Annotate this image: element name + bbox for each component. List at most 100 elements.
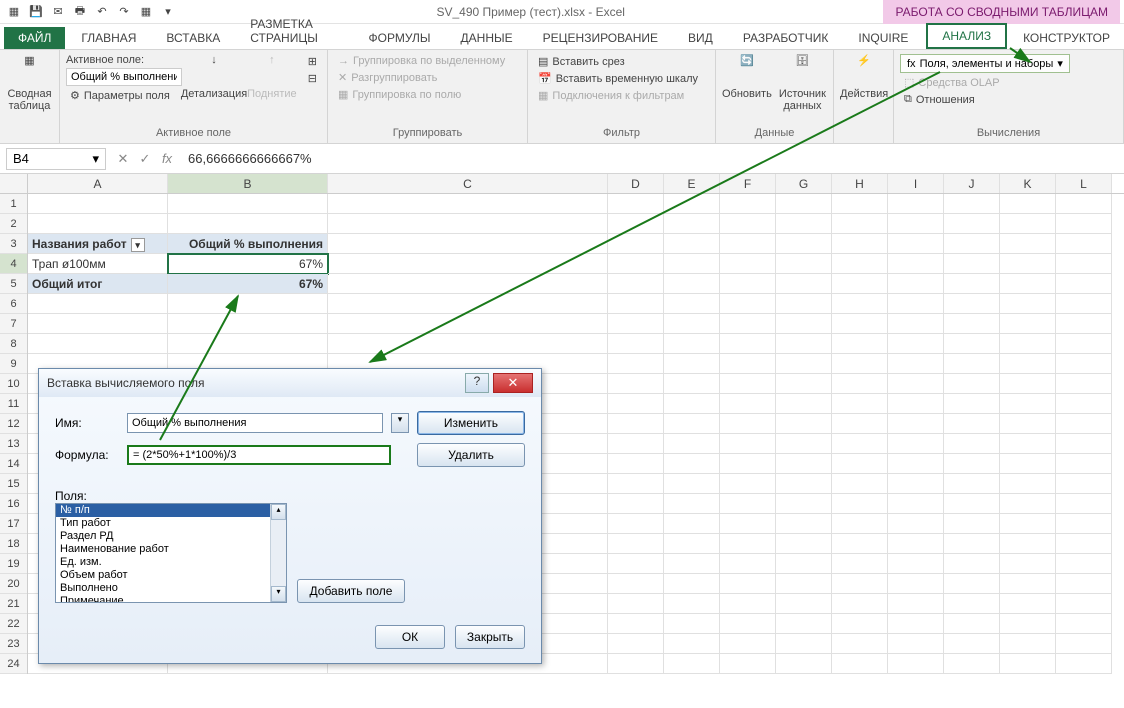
dialog-close-button[interactable]: ✕ — [493, 373, 533, 393]
dialog-help-button[interactable]: ? — [465, 373, 489, 393]
scroll-up-icon[interactable]: ▴ — [271, 504, 286, 520]
row-header[interactable]: 6 — [0, 294, 27, 314]
row-header[interactable]: 19 — [0, 554, 27, 574]
tab-formulas[interactable]: ФОРМУЛЫ — [355, 27, 445, 49]
name-box[interactable]: B4▾ — [6, 148, 106, 170]
col-header[interactable]: H — [832, 174, 888, 193]
tab-design[interactable]: КОНСТРУКТОР — [1009, 27, 1124, 49]
pivot-table-button[interactable]: ▦Сводная таблица — [6, 54, 53, 112]
active-field-input[interactable] — [66, 68, 182, 86]
redo-icon[interactable]: ↷ — [114, 2, 134, 22]
collapse-field-icon[interactable]: ⊟ — [304, 71, 321, 86]
ok-button[interactable]: ОК — [375, 625, 445, 649]
row-header[interactable]: 21 — [0, 594, 27, 614]
col-header[interactable]: G — [776, 174, 832, 193]
row-header[interactable]: 23 — [0, 634, 27, 654]
row-header[interactable]: 20 — [0, 574, 27, 594]
tab-inquire[interactable]: INQUIRE — [844, 27, 922, 49]
tab-home[interactable]: ГЛАВНАЯ — [67, 27, 150, 49]
row-header[interactable]: 7 — [0, 314, 27, 334]
row-header[interactable]: 8 — [0, 334, 27, 354]
list-item[interactable]: Примечание — [56, 595, 286, 603]
row-header[interactable]: 10 — [0, 374, 27, 394]
row-header[interactable]: 14 — [0, 454, 27, 474]
row-header[interactable]: 13 — [0, 434, 27, 454]
col-header[interactable]: I — [888, 174, 944, 193]
fields-listbox[interactable]: № п/п Тип работ Раздел РД Наименование р… — [55, 503, 287, 603]
scroll-down-icon[interactable]: ▾ — [271, 586, 286, 602]
name-dropdown-icon[interactable]: ▾ — [391, 413, 409, 433]
dialog-titlebar[interactable]: Вставка вычисляемого поля ? ✕ — [39, 369, 541, 397]
tab-insert[interactable]: ВСТАВКА — [152, 27, 234, 49]
tab-layout[interactable]: РАЗМЕТКА СТРАНИЦЫ — [236, 13, 352, 49]
pivot-row-label[interactable]: Трап ø100мм — [28, 254, 168, 274]
relationships-button[interactable]: ⧉Отношения — [900, 92, 1070, 107]
list-item[interactable]: Раздел РД — [56, 530, 286, 543]
refresh-button[interactable]: 🔄Обновить — [722, 54, 772, 100]
col-header[interactable]: D — [608, 174, 664, 193]
list-item[interactable]: № п/п — [56, 504, 286, 517]
col-header[interactable]: J — [944, 174, 1000, 193]
pivot-total-label[interactable]: Общий итог — [28, 274, 168, 294]
pivot-value-header[interactable]: Общий % выполнения — [168, 234, 328, 254]
row-header[interactable]: 12 — [0, 414, 27, 434]
row-header[interactable]: 4 — [0, 254, 27, 274]
tab-review[interactable]: РЕЦЕНЗИРОВАНИЕ — [529, 27, 672, 49]
qat-dropdown-icon[interactable]: ▾ — [158, 2, 178, 22]
pivot-wizard-icon[interactable]: ▦ — [136, 2, 156, 22]
col-header[interactable]: K — [1000, 174, 1056, 193]
actions-button[interactable]: ⚡Действия — [840, 54, 888, 100]
fields-items-sets-button[interactable]: fxПоля, элементы и наборы▾ — [900, 54, 1070, 73]
formula-text[interactable]: 66,6666666666667% — [178, 151, 1124, 166]
insert-timeline-button[interactable]: 📅Вставить временную шкалу — [534, 71, 702, 86]
pivot-row-header[interactable]: Названия работ▾ — [28, 234, 168, 254]
tab-developer[interactable]: РАЗРАБОТЧИК — [729, 27, 843, 49]
formula-field-input[interactable] — [127, 445, 391, 465]
row-header[interactable]: 3 — [0, 234, 27, 254]
print-icon[interactable]: 🖶 — [70, 2, 90, 22]
save-icon[interactable]: 💾 — [26, 2, 46, 22]
name-field-input[interactable] — [127, 413, 383, 433]
col-header[interactable]: L — [1056, 174, 1112, 193]
email-icon[interactable]: ✉ — [48, 2, 68, 22]
expand-field-icon[interactable]: ⊞ — [304, 54, 321, 69]
drill-up-button[interactable]: ↑Поднятие — [246, 54, 298, 100]
col-header[interactable]: B — [168, 174, 328, 193]
data-source-button[interactable]: 🗄Источник данных — [778, 54, 827, 112]
row-header[interactable]: 5 — [0, 274, 27, 294]
row-header[interactable]: 17 — [0, 514, 27, 534]
listbox-scrollbar[interactable]: ▴ ▾ — [270, 504, 286, 602]
cancel-formula-icon[interactable]: ✕ — [112, 148, 134, 170]
row-header[interactable]: 22 — [0, 614, 27, 634]
pivot-total-value[interactable]: 67% — [168, 274, 328, 294]
cancel-button[interactable]: Закрыть — [455, 625, 525, 649]
tab-data[interactable]: ДАННЫЕ — [447, 27, 527, 49]
row-header[interactable]: 1 — [0, 194, 27, 214]
list-item[interactable]: Ед. изм. — [56, 556, 286, 569]
excel-icon[interactable]: ▦ — [4, 2, 24, 22]
col-header[interactable]: E — [664, 174, 720, 193]
row-header[interactable]: 2 — [0, 214, 27, 234]
row-header[interactable]: 18 — [0, 534, 27, 554]
select-all-corner[interactable] — [0, 174, 28, 194]
change-button[interactable]: Изменить — [417, 411, 525, 435]
row-header[interactable]: 15 — [0, 474, 27, 494]
fx-icon[interactable]: fx — [156, 148, 178, 170]
filter-dropdown-icon[interactable]: ▾ — [131, 238, 145, 252]
list-item[interactable]: Тип работ — [56, 517, 286, 530]
list-item[interactable]: Наименование работ — [56, 543, 286, 556]
row-header[interactable]: 9 — [0, 354, 27, 374]
insert-slicer-button[interactable]: ▤Вставить срез — [534, 54, 702, 69]
drill-down-button[interactable]: ↓Детализация — [188, 54, 240, 100]
delete-button[interactable]: Удалить — [417, 443, 525, 467]
undo-icon[interactable]: ↶ — [92, 2, 112, 22]
tab-file[interactable]: ФАЙЛ — [4, 27, 65, 49]
list-item[interactable]: Объем работ — [56, 569, 286, 582]
add-field-button[interactable]: Добавить поле — [297, 579, 405, 603]
col-header[interactable]: C — [328, 174, 608, 193]
row-header[interactable]: 11 — [0, 394, 27, 414]
enter-formula-icon[interactable]: ✓ — [134, 148, 156, 170]
col-header[interactable]: F — [720, 174, 776, 193]
tab-view[interactable]: ВИД — [674, 27, 727, 49]
row-header[interactable]: 24 — [0, 654, 27, 674]
